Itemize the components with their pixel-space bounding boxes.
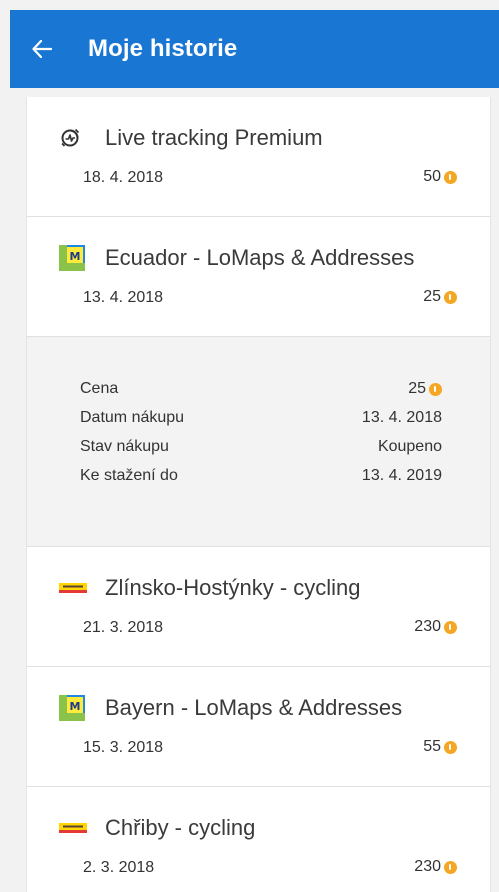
app-bar: Moje historie xyxy=(10,10,499,88)
coin-icon xyxy=(429,382,442,396)
shocart-icon xyxy=(59,815,87,841)
purchase-title-row: Chřiby - cycling xyxy=(59,813,470,843)
arrow-left-icon xyxy=(32,40,52,58)
purchase-history-list[interactable]: Live tracking Premium 18. 4. 2018 50 M E… xyxy=(26,97,491,892)
shocart-icon xyxy=(59,575,87,601)
coin-icon xyxy=(444,620,457,634)
purchase-title-row: Live tracking Premium xyxy=(59,123,470,153)
price-value: 25 xyxy=(423,288,441,305)
detail-label: Cena xyxy=(80,380,119,397)
page-title: Moje historie xyxy=(88,35,238,62)
purchase-price: 230 xyxy=(414,618,457,636)
coin-icon xyxy=(444,290,457,304)
purchase-title-row: M Ecuador - LoMaps & Addresses xyxy=(59,243,470,273)
lomaps-icon: M xyxy=(59,245,87,271)
purchase-title: Ecuador - LoMaps & Addresses xyxy=(105,245,415,270)
detail-label: Stav nákupu xyxy=(80,438,169,455)
detail-value: 13. 4. 2018 xyxy=(361,409,442,426)
purchase-item-live-tracking[interactable]: Live tracking Premium 18. 4. 2018 50 xyxy=(27,97,490,217)
purchase-title: Zlínsko-Hostýnky - cycling xyxy=(105,575,361,600)
detail-price-value: 25 xyxy=(408,380,426,397)
purchase-price: 25 xyxy=(423,288,457,306)
purchase-item-zlinsko-hostynky[interactable]: Zlínsko-Hostýnky - cycling 21. 3. 2018 2… xyxy=(27,547,490,667)
price-value: 50 xyxy=(423,168,441,185)
price-value: 55 xyxy=(423,738,441,755)
detail-row-purchase-status: Stav nákupu Koupeno xyxy=(80,436,442,458)
purchase-title: Bayern - LoMaps & Addresses xyxy=(105,695,403,720)
purchase-item-chriby[interactable]: Chřiby - cycling 2. 3. 2018 230 xyxy=(27,787,490,892)
app-screen: Moje historie Live tracking Premium 18. … xyxy=(0,0,499,892)
purchase-price: 55 xyxy=(423,738,457,756)
live-tracking-icon xyxy=(59,125,87,151)
detail-value: Koupeno xyxy=(377,438,442,455)
purchase-item-ecuador[interactable]: M Ecuador - LoMaps & Addresses 13. 4. 20… xyxy=(27,217,490,337)
back-button[interactable] xyxy=(10,10,74,88)
coin-icon xyxy=(444,740,457,754)
coin-icon xyxy=(444,860,457,874)
purchase-item-bayern[interactable]: M Bayern - LoMaps & Addresses 15. 3. 201… xyxy=(27,667,490,787)
purchase-date: 13. 4. 2018 xyxy=(83,289,164,306)
svg-text:M: M xyxy=(70,250,81,263)
purchase-date: 21. 3. 2018 xyxy=(83,619,164,636)
lomaps-icon: M xyxy=(59,695,87,721)
purchase-price: 230 xyxy=(414,858,457,876)
purchase-title: Live tracking Premium xyxy=(105,125,323,150)
purchase-price: 50 xyxy=(423,168,457,186)
detail-value: 13. 4. 2019 xyxy=(361,467,442,484)
detail-row-price: Cena 25 xyxy=(80,378,442,400)
detail-label: Datum nákupu xyxy=(80,409,185,426)
price-value: 230 xyxy=(414,618,441,635)
price-value: 230 xyxy=(414,858,441,875)
coin-icon xyxy=(444,170,457,184)
purchase-title: Chřiby - cycling xyxy=(105,815,256,840)
purchase-title-row: M Bayern - LoMaps & Addresses xyxy=(59,693,470,723)
detail-row-download-until: Ke stažení do 13. 4. 2019 xyxy=(80,465,442,487)
detail-value: 25 xyxy=(408,380,442,398)
purchase-date: 15. 3. 2018 xyxy=(83,739,164,756)
purchase-title-row: Zlínsko-Hostýnky - cycling xyxy=(59,573,470,603)
purchase-date: 2. 3. 2018 xyxy=(83,859,155,876)
detail-row-purchase-date: Datum nákupu 13. 4. 2018 xyxy=(80,407,442,429)
svg-text:M: M xyxy=(70,700,81,713)
purchase-details-panel: Cena 25 Datum nákupu 13. 4. 2018 Stav ná… xyxy=(27,337,490,547)
purchase-date: 18. 4. 2018 xyxy=(83,169,164,186)
detail-label: Ke stažení do xyxy=(80,467,178,484)
